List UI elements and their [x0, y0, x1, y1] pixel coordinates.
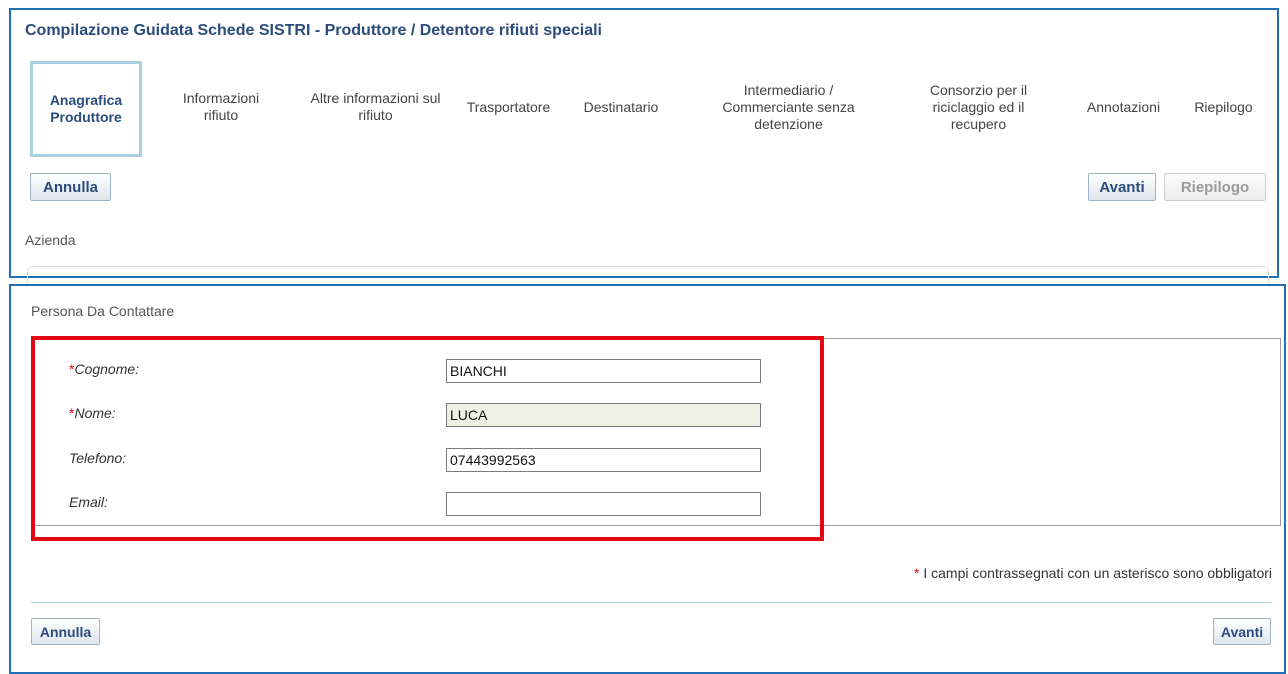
- step-label: Annotazioni: [1086, 99, 1161, 115]
- step-label: Destinatario: [583, 99, 659, 115]
- next-button-top[interactable]: Avanti: [1088, 173, 1156, 201]
- wizard-header-panel: Compilazione Guidata Schede SISTRI - Pro…: [9, 8, 1279, 297]
- step-label: Altre informazioni sul rifiuto: [310, 90, 441, 123]
- section-label-azienda: Azienda: [25, 232, 76, 248]
- step-intermediario[interactable]: Intermediario / Commerciante senza deten…: [701, 82, 876, 133]
- required-marker: *: [914, 565, 920, 581]
- summary-button-top: Riepilogo: [1164, 173, 1266, 201]
- next-button-bottom[interactable]: Avanti: [1213, 618, 1271, 645]
- step-altre-informazioni[interactable]: Altre informazioni sul rifiuto: [303, 90, 448, 124]
- section-label-contatto: Persona Da Contattare: [31, 303, 175, 319]
- step-label: Riepilogo: [1194, 99, 1253, 115]
- step-label: Anagrafica Produttore: [49, 92, 123, 125]
- step-anagrafica-produttore[interactable]: Anagrafica Produttore: [30, 61, 142, 157]
- step-informazioni-rifiuto[interactable]: Informazioni rifiuto: [171, 90, 271, 124]
- step-trasportatore[interactable]: Trasportatore: [456, 99, 561, 116]
- step-riepilogo[interactable]: Riepilogo: [1181, 99, 1266, 116]
- step-destinatario[interactable]: Destinatario: [571, 99, 671, 116]
- divider: [31, 602, 1272, 603]
- step-label: Consorzio per il riciclaggio ed il recup…: [929, 82, 1028, 132]
- step-consorzio[interactable]: Consorzio per il riciclaggio ed il recup…: [916, 82, 1041, 133]
- mandatory-fields-note: * I campi contrassegnati con un asterisc…: [914, 565, 1272, 581]
- step-annotazioni[interactable]: Annotazioni: [1076, 99, 1171, 116]
- step-label: Informazioni rifiuto: [182, 90, 260, 123]
- step-label: Intermediario / Commerciante senza deten…: [722, 82, 855, 132]
- step-label: Trasportatore: [466, 99, 551, 115]
- cancel-button-top[interactable]: Annulla: [30, 173, 111, 201]
- page-title: Compilazione Guidata Schede SISTRI - Pro…: [25, 22, 602, 39]
- highlight-frame: [31, 336, 824, 541]
- cancel-button-bottom[interactable]: Annulla: [31, 618, 100, 645]
- contact-person-panel: Persona Da Contattare *Cognome: *Nome: T…: [9, 284, 1286, 674]
